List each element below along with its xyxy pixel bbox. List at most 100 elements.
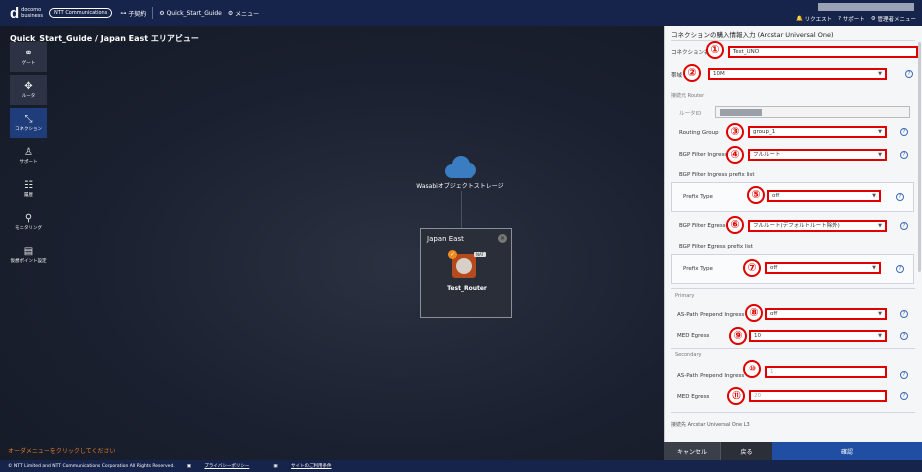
breadcrumb-project[interactable]: ⚙ Quick_Start_Guide	[159, 10, 222, 17]
support-icon: ♙	[24, 147, 33, 158]
nav-router[interactable]: ✥ ルータ	[10, 75, 47, 105]
region-japan-east[interactable]: Japan East × ✓ NAT Test_Router	[420, 228, 512, 318]
chevron-down-icon: ▼	[872, 193, 876, 199]
header-divider	[152, 7, 154, 19]
bgp-ingress-prefix-label: BGP Filter Ingress prefix list	[679, 172, 755, 178]
bell-icon: 🔔	[795, 16, 805, 22]
primary-as-path-select[interactable]: off ▼	[765, 308, 887, 320]
prefix-type-egress-select[interactable]: off ▼	[765, 262, 881, 274]
nav-monitoring[interactable]: ⚲ モニタリング	[10, 207, 47, 237]
primary-med-select[interactable]: 10 ▼	[749, 330, 887, 342]
settings-icon: ⚙	[227, 9, 236, 17]
action-button-bar: キャンセル 戻る 確認	[664, 442, 922, 460]
redacted-router-id	[720, 109, 762, 116]
bandwidth-select[interactable]: 10M ▼	[708, 68, 887, 80]
marker-7: ⑦	[743, 259, 761, 277]
panel-divider	[671, 40, 915, 41]
admin-menu-link[interactable]: ⚙ 管理者メニュー	[871, 15, 916, 23]
secondary-med-input[interactable]: 20	[749, 390, 887, 402]
router-icon: ✥	[24, 81, 33, 92]
nav-gate[interactable]: ⚭ ゲート	[10, 42, 47, 72]
chevron-down-icon: ▼	[878, 152, 882, 158]
area-view-canvas[interactable]: Quick_Start_Guide / Japan East エリアビュー ⚭ …	[0, 26, 664, 460]
section-divider	[671, 412, 915, 413]
connection-line	[461, 191, 462, 233]
copyright-text: © NTT Limited and NTT Communications Cor…	[8, 463, 175, 469]
gate-icon: ⚭	[24, 48, 33, 59]
panel-title: コネクションの購入情報入力 (Arcstar Universal One)	[671, 31, 834, 39]
bgp-ingress-help-icon[interactable]: ?	[900, 151, 908, 159]
bandwidth-label: 帯域	[671, 73, 683, 79]
order-menu-hint: オーダメニューをクリックしてください	[8, 448, 116, 455]
prefix-type-ingress-select[interactable]: off ▼	[767, 190, 881, 202]
nav-connection[interactable]: ⤡ コネクション	[10, 108, 47, 138]
marker-5: ⑤	[747, 186, 765, 204]
chevron-down-icon: ▼	[878, 129, 882, 135]
cancel-button[interactable]: キャンセル	[664, 442, 720, 460]
routing-group-help-icon[interactable]: ?	[900, 128, 908, 136]
routing-group-label: Routing Group	[679, 130, 719, 136]
bgp-egress-prefix-label: BGP Filter Egress prefix list	[679, 244, 753, 250]
ntt-logo: NTT Communications	[48, 8, 113, 18]
router-node[interactable]: ✓	[448, 250, 476, 278]
connection-form-panel: コネクションの購入情報入力 (Arcstar Universal One) コネ…	[664, 26, 922, 442]
contract-link[interactable]: ⊶ 子契約	[120, 9, 146, 18]
wasabi-cloud-node[interactable]: Wasabiオブジェクトストレージ	[416, 156, 504, 190]
secondary-as-path-label: AS-Path Prepend Ingress	[677, 373, 745, 379]
secondary-med-help-icon[interactable]: ?	[900, 392, 908, 400]
primary-med-label: MED Egress	[677, 333, 710, 339]
primary-as-path-help-icon[interactable]: ?	[900, 310, 908, 318]
nav-history[interactable]: ☷ 履歴	[10, 174, 47, 204]
secondary-as-path-help-icon[interactable]: ?	[900, 371, 908, 379]
secondary-as-path-input[interactable]: 1	[765, 366, 887, 378]
marker-11: ⑪	[727, 387, 745, 405]
nat-badge: NAT	[474, 252, 486, 257]
marker-1: ①	[706, 41, 724, 59]
marker-9: ⑨	[729, 327, 747, 345]
header-right-links: 🔔 リクエスト ? サポート ⚙ 管理者メニュー	[790, 0, 916, 26]
monitoring-icon: ⚲	[24, 213, 33, 224]
docomo-logo-text: docomo business	[21, 7, 43, 19]
settings-icon: ⚙	[159, 9, 167, 17]
routing-group-select[interactable]: group_1 ▼	[748, 126, 887, 138]
check-icon: ✓	[448, 250, 457, 259]
endpoint-icon: ▤	[23, 246, 34, 257]
chevron-down-icon: ▼	[872, 265, 876, 271]
privacy-policy-link[interactable]: ▣ プライバシーポリシー	[187, 463, 262, 469]
marker-8: ⑧	[745, 304, 763, 322]
secondary-med-label: MED Egress	[677, 394, 710, 400]
document-icon: ▣	[186, 464, 193, 469]
support-link[interactable]: ? サポート	[838, 15, 865, 23]
panel-scrollbar[interactable]	[918, 42, 921, 272]
primary-med-help-icon[interactable]: ?	[900, 332, 908, 340]
chevron-down-icon: ▼	[878, 71, 882, 77]
history-icon: ☷	[24, 180, 33, 191]
close-icon[interactable]: ×	[498, 234, 507, 243]
back-button[interactable]: 戻る	[720, 442, 772, 460]
page-footer: © NTT Limited and NTT Communications Cor…	[0, 460, 922, 472]
bandwidth-help-icon[interactable]: ?	[905, 70, 913, 78]
nav-support[interactable]: ♙ サポート	[10, 141, 47, 171]
request-link[interactable]: 🔔 リクエスト	[796, 15, 832, 23]
marker-2: ②	[683, 64, 701, 82]
router-icon	[456, 258, 472, 274]
bgp-egress-select[interactable]: フルルート(デフォルトルート除外) ▼	[748, 220, 887, 232]
confirm-button[interactable]: 確認	[772, 442, 922, 460]
breadcrumb-menu[interactable]: ⚙ メニュー	[228, 9, 259, 18]
connection-icon: ⤡	[24, 114, 33, 125]
primary-label: Primary	[675, 293, 695, 299]
marker-3: ③	[726, 123, 744, 141]
bgp-egress-help-icon[interactable]: ?	[900, 222, 908, 230]
nav-endpoint[interactable]: ▤ 仮想ポイント設定	[10, 240, 47, 270]
prefix-type-ingress-help-icon[interactable]: ?	[896, 193, 904, 201]
bgp-ingress-select[interactable]: フルルート ▼	[748, 149, 887, 161]
marker-10: ⑩	[743, 360, 761, 378]
chevron-down-icon: ▼	[878, 333, 882, 339]
terms-link[interactable]: ▣ サイトのご利用条件	[273, 463, 343, 469]
cloud-node-label: Wasabiオブジェクトストレージ	[416, 183, 504, 190]
connection-name-input[interactable]: Test_UNO	[728, 46, 918, 58]
gear-icon: ⚙	[870, 16, 878, 22]
region-title: Japan East	[427, 235, 464, 243]
primary-as-path-label: AS-Path Prepend Ingress	[677, 312, 745, 318]
prefix-type-egress-help-icon[interactable]: ?	[896, 265, 904, 273]
